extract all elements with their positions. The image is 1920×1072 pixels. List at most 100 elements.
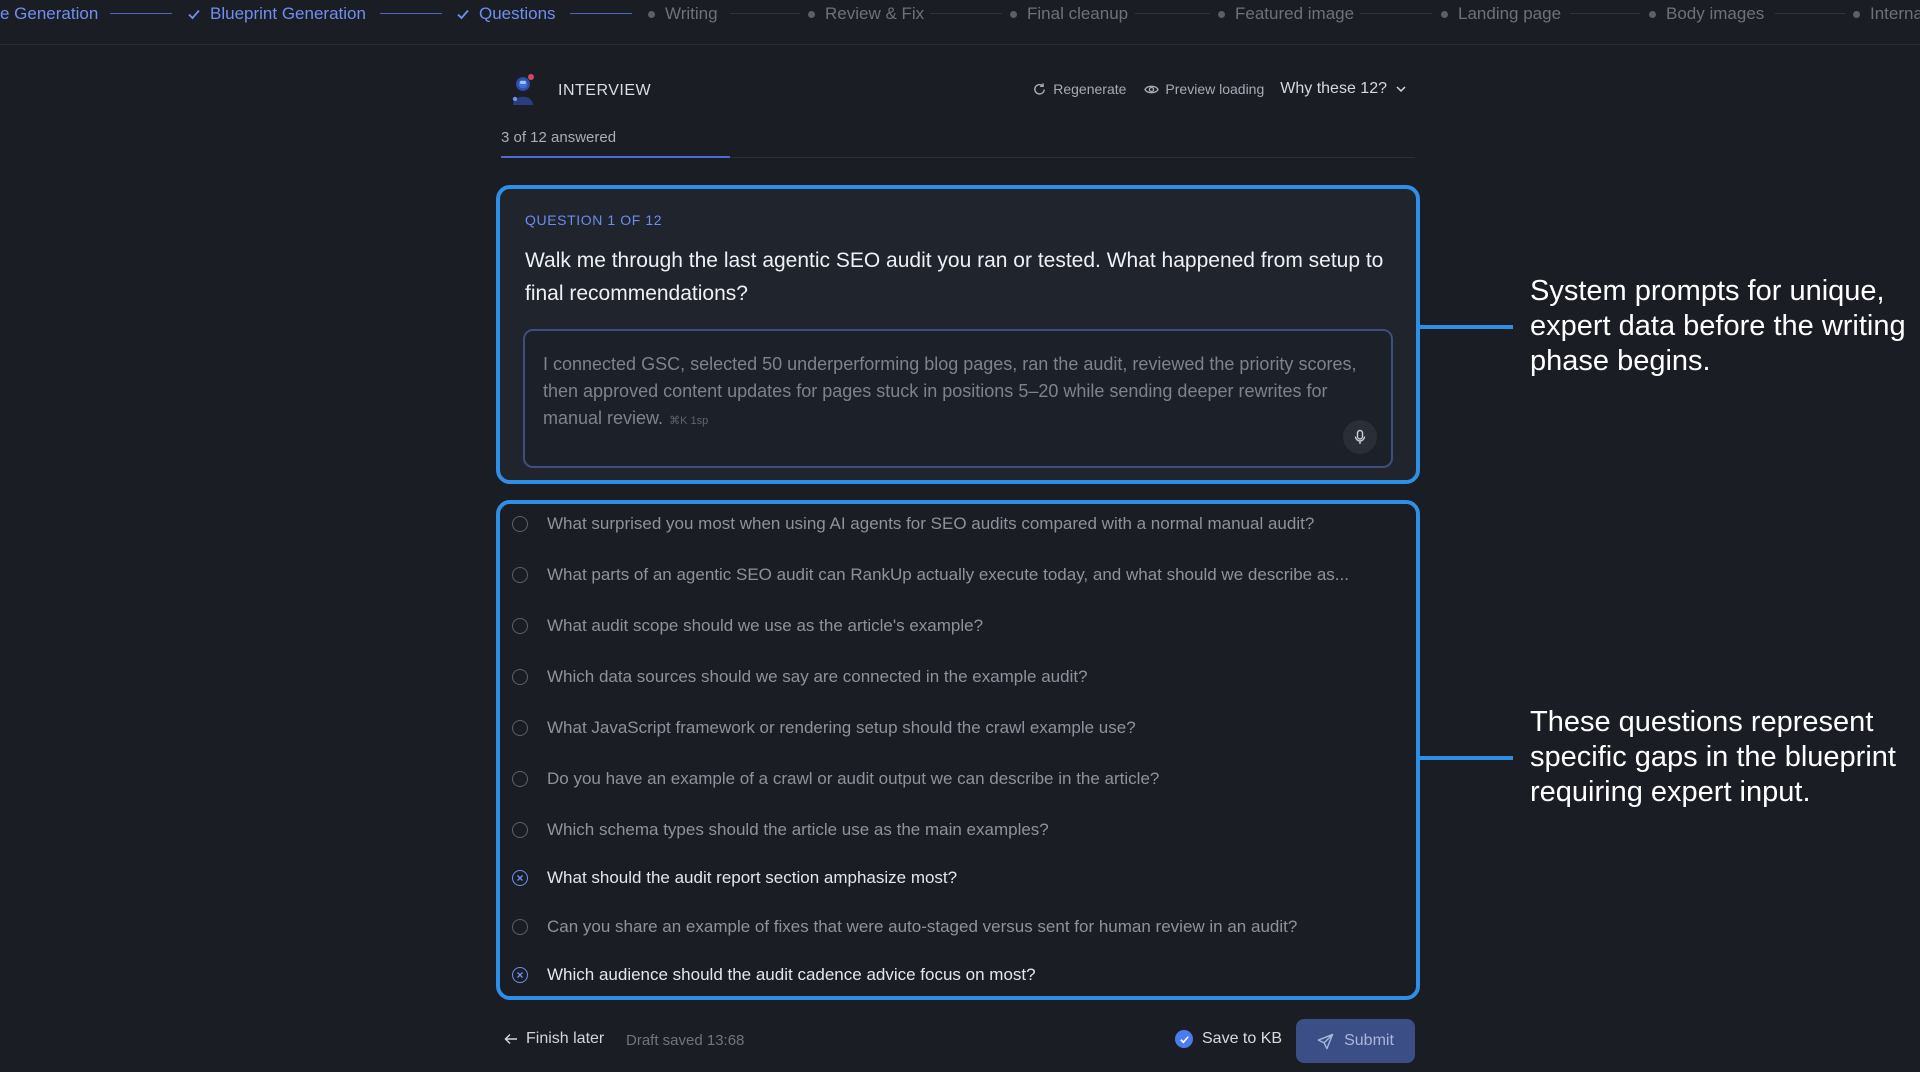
question-list-item[interactable]: What parts of an agentic SEO audit can R… (512, 563, 1349, 587)
checkbox-checked-icon (1175, 1030, 1193, 1048)
radio-icon (512, 669, 528, 685)
radio-icon (512, 822, 528, 838)
step-label: Final cleanup (1027, 4, 1129, 23)
pending-dot-icon (1010, 10, 1017, 18)
send-icon (1317, 1033, 1334, 1049)
step-body-images[interactable]: Body images (1649, 4, 1764, 24)
step-internal-links[interactable]: Interna (1853, 4, 1920, 24)
answer-placeholder: I connected GSC, selected 50 underperfor… (543, 351, 1373, 435)
question-item-text: Which schema types should the article us… (547, 820, 1049, 839)
check-icon (1179, 1035, 1189, 1043)
finish-later-label: Finish later (526, 1030, 605, 1047)
step-connector (1135, 13, 1210, 14)
step-connector (930, 13, 1002, 14)
step-label: Featured image (1235, 4, 1355, 23)
step-questions[interactable]: Questions (456, 4, 556, 24)
question-item-text: What should the audit report section amp… (547, 868, 958, 887)
radio-icon (512, 516, 528, 532)
submit-label: Submit (1344, 1032, 1394, 1049)
annotation-connector (1420, 325, 1513, 329)
step-review-fix[interactable]: Review & Fix (808, 4, 924, 24)
header-actions: Regenerate Preview loading Why these 12? (1014, 80, 1407, 98)
question-list-item[interactable]: Can you share an example of fixes that w… (512, 915, 1297, 939)
step-blueprint-generation[interactable]: Blueprint Generation (187, 4, 366, 24)
why-these-dropdown[interactable]: Why these 12? (1280, 80, 1407, 98)
submit-button[interactable]: Submit (1296, 1019, 1415, 1063)
arrow-left-icon (504, 1033, 517, 1045)
question-list-item[interactable]: What audit scope should we use as the ar… (512, 614, 983, 638)
regenerate-label: Regenerate (1053, 81, 1127, 97)
annotation-top-text: System prompts for unique, expert data b… (1530, 275, 1906, 377)
answered-count: 3 of 12 answered (501, 129, 617, 146)
radio-icon (512, 567, 528, 583)
regenerate-button[interactable]: Regenerate (1032, 81, 1126, 97)
step-label: Interna (1870, 4, 1920, 23)
step-final-cleanup[interactable]: Final cleanup (1010, 4, 1128, 24)
why-label: Why these 12? (1280, 80, 1387, 97)
question-list-item[interactable]: What surprised you most when using AI ag… (512, 512, 1314, 536)
pending-dot-icon (1218, 10, 1225, 18)
question-list-item[interactable]: What should the audit report section amp… (512, 866, 957, 890)
answered-radio-icon (512, 870, 528, 886)
preview-loading-button[interactable]: Preview loading (1144, 81, 1264, 97)
radio-icon (512, 618, 528, 634)
refresh-icon (1034, 82, 1046, 95)
question-list-item[interactable]: Do you have an example of a crawl or aud… (512, 767, 1159, 791)
step-label: Body images (1666, 4, 1765, 23)
step-label: Landing page (1458, 4, 1562, 23)
voice-input-button[interactable] (1343, 420, 1377, 454)
step-article-generation[interactable]: e Generation (0, 4, 98, 24)
shortcut-hint: ⌘K 1sp (669, 415, 709, 427)
step-connector (730, 13, 800, 14)
save-to-kb-checkbox[interactable]: Save to KB (1175, 1030, 1282, 1048)
annotation-bottom-text: These questions represent specific gaps … (1530, 706, 1896, 808)
answer-textarea[interactable]: I connected GSC, selected 50 underperfor… (523, 329, 1393, 468)
pending-dot-icon (808, 10, 815, 18)
pending-dot-icon (1649, 10, 1656, 18)
step-writing[interactable]: Writing (648, 4, 718, 24)
question-list-item[interactable]: What JavaScript framework or rendering s… (512, 716, 1136, 740)
question-list-item[interactable]: Which audience should the audit cadence … (512, 963, 1036, 987)
step-label: e Generation (0, 4, 99, 23)
eye-icon (1144, 85, 1160, 93)
answer-placeholder-text: I connected GSC, selected 50 underperfor… (543, 354, 1357, 428)
step-connector (1775, 13, 1845, 14)
question-list-item[interactable]: Which schema types should the article us… (512, 818, 1049, 842)
question-number-label: QUESTION 1 OF 12 (525, 212, 663, 228)
progress-bar (501, 156, 1415, 158)
question-list-item[interactable]: Which data sources should we say are con… (512, 665, 1088, 689)
radio-icon (512, 771, 528, 787)
step-connector (1570, 13, 1640, 14)
annotation-connector (1420, 756, 1513, 760)
radio-icon (512, 919, 528, 935)
question-item-text: What audit scope should we use as the ar… (547, 616, 984, 635)
step-label: Review & Fix (825, 4, 925, 23)
microphone-icon (1354, 429, 1366, 444)
pending-dot-icon (648, 10, 655, 18)
step-connector (110, 13, 172, 14)
step-featured-image[interactable]: Featured image (1218, 4, 1354, 24)
interview-title: INTERVIEW (558, 82, 652, 99)
step-label: Writing (665, 4, 718, 23)
finish-later-button[interactable]: Finish later (504, 1030, 604, 1048)
progress-stepper: e Generation Blueprint Generation Questi… (0, 0, 1920, 45)
step-label: Blueprint Generation (210, 4, 366, 23)
pending-dot-icon (1441, 10, 1448, 18)
progress-bar-fill (501, 156, 730, 158)
chevron-down-icon (1396, 86, 1406, 93)
question-item-text: What surprised you most when using AI ag… (547, 514, 1315, 533)
step-connector (380, 13, 442, 14)
question-item-text: What parts of an agentic SEO audit can R… (547, 565, 1349, 584)
question-item-text: Do you have an example of a crawl or aud… (547, 769, 1160, 788)
answered-radio-icon (512, 967, 528, 983)
step-landing-page[interactable]: Landing page (1441, 4, 1561, 24)
step-label: Questions (479, 4, 556, 23)
question-item-text: Which data sources should we say are con… (547, 667, 1088, 686)
check-icon (188, 9, 200, 20)
step-connector (570, 13, 632, 14)
step-connector (1360, 13, 1432, 14)
question-item-text: Which audience should the audit cadence … (547, 965, 1036, 984)
active-question-text: Walk me through the last agentic SEO aud… (525, 249, 1384, 305)
robot-avatar-icon (512, 74, 534, 105)
pending-dot-icon (1853, 10, 1860, 18)
